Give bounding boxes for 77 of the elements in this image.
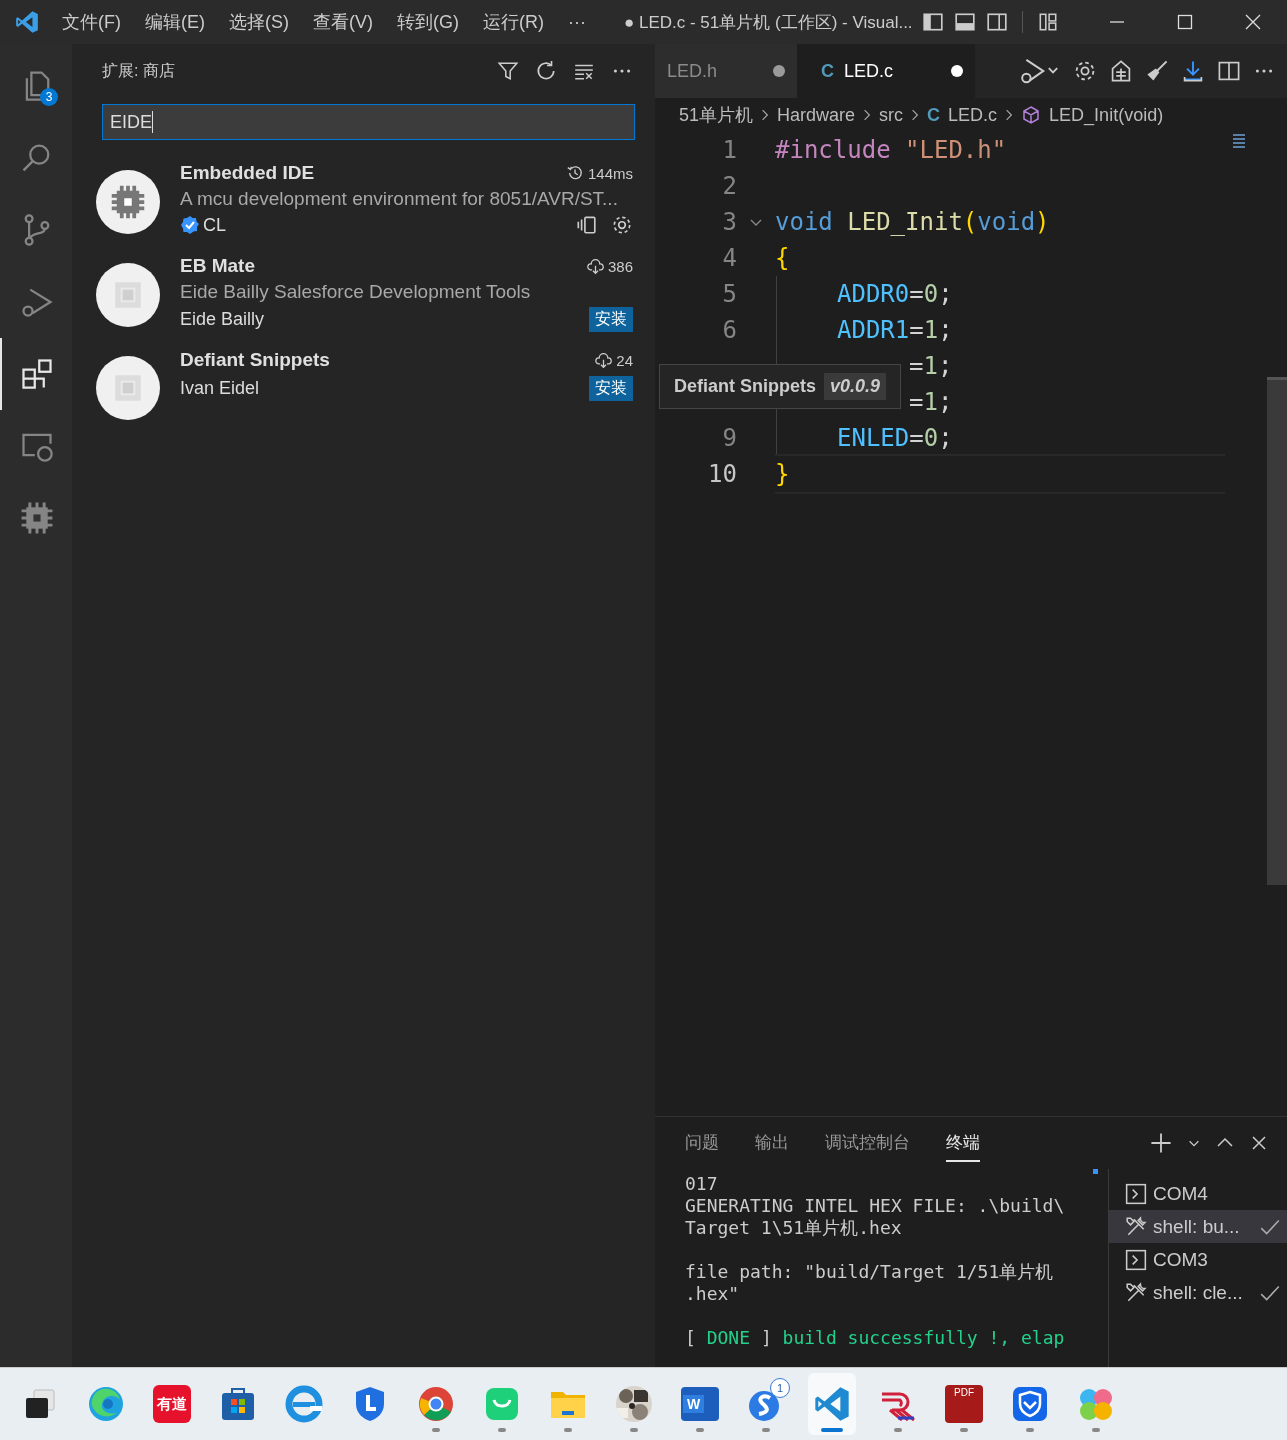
terminal-item[interactable]: COM3	[1109, 1243, 1287, 1276]
terminal-item[interactable]: shell: cle...	[1109, 1276, 1287, 1309]
terminal-line: [ DONE ] build successfully !, elap	[685, 1327, 1065, 1349]
line-number: 1	[722, 136, 737, 164]
breadcrumb-item[interactable]: 51单片机	[679, 103, 754, 127]
terminal-line: .hex"	[685, 1283, 740, 1305]
breadcrumb-item[interactable]: LED.c	[948, 104, 998, 126]
line-number: 3	[722, 208, 737, 236]
line-number: 5	[722, 280, 737, 308]
taskbar-app[interactable]: W	[676, 1373, 724, 1435]
menu-item[interactable]: 编辑(E)	[145, 10, 205, 34]
menu-item[interactable]: 转到(G)	[397, 10, 459, 34]
publisher-name: Eide Bailly	[180, 308, 265, 330]
extension-description: Eide Bailly Salesforce Development Tools	[180, 281, 532, 303]
menu-item[interactable]: 选择(S)	[229, 10, 289, 34]
line-number: 2	[722, 172, 737, 200]
terminal-line: Target 1\51单片机.hex	[685, 1217, 902, 1239]
breadcrumb-item[interactable]: src	[879, 104, 904, 126]
menu-item[interactable]: ···	[568, 11, 586, 33]
window-title: ● LED.c - 51单片机 (工作区) - Visual...	[623, 11, 913, 34]
menu-item[interactable]: 查看(V)	[313, 10, 373, 34]
install-button[interactable]: 安装	[589, 306, 633, 332]
panel-tab[interactable]: 输出	[755, 1124, 789, 1162]
notification-badge: 3	[40, 88, 58, 106]
line-number: 10	[708, 460, 737, 488]
publisher-name: Ivan Eidel	[180, 377, 260, 399]
code-line: ENLED=0;	[837, 424, 953, 452]
terminal-item[interactable]: shell: bu...	[1109, 1210, 1287, 1243]
line-number: 9	[722, 424, 737, 452]
extension-stat: 386	[607, 257, 633, 275]
panel-tab[interactable]: 问题	[685, 1124, 719, 1162]
notification-badge: 1	[770, 1378, 790, 1398]
sidebar-title: 扩展: 商店	[102, 60, 175, 81]
tab-label: LED.h	[667, 60, 719, 82]
taskbar-app[interactable]: PDF	[940, 1373, 988, 1435]
extension-name: EB Mate	[180, 255, 255, 277]
extension-name: Defiant Snippets	[180, 349, 330, 371]
panel-tab[interactable]: 调试控制台	[825, 1124, 910, 1162]
code-line: =1;	[909, 352, 953, 380]
extension-stat: 144ms	[587, 164, 633, 182]
activity-bar-item[interactable]: 3	[0, 50, 72, 122]
terminal-line: 017	[685, 1173, 718, 1195]
tooltip-title: Defiant Snippets	[674, 376, 816, 397]
menu-item[interactable]: 运行(R)	[483, 10, 544, 34]
code-line: {	[775, 244, 790, 272]
line-number: 4	[722, 244, 737, 272]
extension-stat: 24	[616, 351, 633, 369]
tab-label: LED.c	[844, 60, 895, 82]
extension-description: A mcu development environment for 8051/AVR/ST...	[180, 188, 619, 210]
version-tag: v0.0.9	[824, 373, 887, 400]
search-field[interactable]: EIDE	[102, 104, 635, 140]
line-number: 6	[722, 316, 737, 344]
editor-tab[interactable]: LED.h	[655, 44, 797, 98]
taskbar-app[interactable]: 1	[742, 1373, 790, 1435]
extension-name: Embedded IDE	[180, 162, 315, 184]
publisher-name: CL	[203, 214, 226, 236]
terminal-item[interactable]: COM4	[1109, 1177, 1287, 1210]
code-line: void LED_Init(void)	[775, 208, 1050, 236]
terminal-line: GENERATING INTEL HEX FILE: .\build\	[685, 1195, 1065, 1217]
panel-tab[interactable]: 终端	[946, 1124, 980, 1162]
code-line: ADDR1=1;	[837, 316, 953, 344]
breadcrumb-item[interactable]: Hardware	[777, 104, 856, 126]
code-line: }	[775, 460, 790, 488]
menu-item[interactable]: 文件(F)	[62, 10, 121, 34]
c-file-icon: C	[821, 60, 834, 82]
breadcrumb-item[interactable]: LED_Init(void)	[1049, 104, 1164, 126]
code-line: =1;	[909, 388, 953, 416]
install-button[interactable]: 安装	[589, 375, 633, 401]
code-line: ADDR0=0;	[837, 280, 953, 308]
editor-tab[interactable]: C LED.c	[797, 44, 975, 98]
pdf-app-icon: PDF	[945, 1385, 983, 1423]
dictionary-app-icon: 有道	[153, 1385, 191, 1423]
code-line: #include "LED.h"	[775, 136, 1007, 164]
c-file-icon: C	[927, 104, 941, 126]
taskbar-app[interactable]: 有道	[148, 1373, 196, 1435]
document-app-icon: W	[681, 1387, 719, 1421]
terminal-line: file path: "build/Target 1/51单片机	[685, 1261, 1054, 1283]
